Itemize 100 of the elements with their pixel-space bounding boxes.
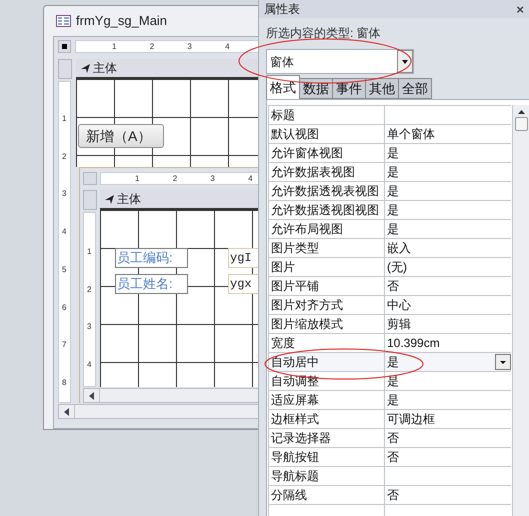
property-value[interactable]: 是: [387, 201, 399, 219]
close-button[interactable]: ×: [516, 2, 524, 16]
property-name[interactable]: 图片平铺: [269, 277, 385, 295]
property-tab[interactable]: 全部: [398, 78, 432, 99]
object-combo[interactable]: 窗体: [266, 49, 414, 74]
field-label[interactable]: 员工编码:: [115, 248, 188, 268]
property-row[interactable]: 图片缩放模式 剪辑: [268, 315, 512, 334]
property-value[interactable]: 否: [387, 448, 399, 466]
property-value[interactable]: 是: [387, 372, 399, 390]
property-name[interactable]: 图片类型: [269, 239, 385, 257]
property-value[interactable]: 否: [387, 277, 399, 295]
property-name[interactable]: 允许布局视图: [269, 220, 385, 238]
property-row[interactable]: 图片对齐方式 中心: [268, 296, 512, 315]
property-row[interactable]: 标题: [268, 106, 512, 125]
property-name[interactable]: 允许数据透视表视图: [269, 182, 385, 200]
property-value[interactable]: 剪辑: [387, 315, 411, 333]
text-box[interactable]: ygI: [228, 248, 258, 268]
property-row[interactable]: 允许数据透视表视图 是: [268, 182, 512, 201]
ruler-number: 1: [112, 41, 116, 52]
property-row[interactable]: 适应屏幕 是: [268, 391, 512, 410]
property-row[interactable]: 图片类型 嵌入: [268, 239, 512, 258]
property-name[interactable]: 边框样式: [269, 410, 385, 428]
property-row[interactable]: 图片平铺 否: [268, 277, 512, 296]
select-form-button[interactable]: [58, 40, 71, 53]
ruler-number: 2: [172, 173, 178, 184]
property-row[interactable]: 边框样式 可调边框: [268, 410, 512, 429]
property-name[interactable]: 允许数据表视图: [269, 163, 385, 181]
property-value[interactable]: 是: [387, 144, 399, 162]
property-row[interactable]: 宽度 10.399cm: [268, 334, 512, 353]
property-row[interactable]: 允许布局视图 是: [268, 220, 512, 239]
section-label: 主体: [117, 191, 141, 208]
property-name[interactable]: 自动居中: [269, 353, 385, 371]
ruler-number: 1: [135, 173, 140, 184]
property-value[interactable]: 否: [387, 429, 399, 447]
property-row[interactable]: 记录选择器 否: [268, 429, 512, 448]
property-row[interactable]: 允许数据表视图 是: [268, 163, 512, 182]
ruler-number: 6: [62, 302, 66, 312]
property-name[interactable]: 图片缩放模式: [269, 315, 385, 333]
ruler-number: 3: [187, 41, 192, 52]
property-value[interactable]: (无): [387, 258, 407, 276]
field-label[interactable]: 员工姓名:: [115, 274, 188, 294]
property-value[interactable]: 是: [387, 391, 399, 409]
property-name[interactable]: 允许窗体视图: [269, 144, 385, 162]
property-value[interactable]: 中心: [387, 296, 411, 314]
property-name[interactable]: 导航标题: [269, 467, 385, 485]
horizontal-scrollbar[interactable]: [83, 388, 258, 403]
selection-type-label: 所选内容的类型: 窗体: [266, 25, 382, 42]
section-selector[interactable]: [83, 190, 97, 210]
property-tab[interactable]: 格式: [266, 75, 300, 99]
property-row[interactable]: 允许数据透视图视图 是: [268, 201, 512, 220]
property-row[interactable]: 导航标题: [268, 467, 512, 486]
scroll-thumb[interactable]: [514, 117, 528, 131]
property-value[interactable]: 是: [387, 353, 399, 371]
property-row[interactable]: 默认视图 单个窗体: [268, 125, 512, 144]
property-name[interactable]: 允许数据透视图视图: [269, 201, 385, 219]
property-row[interactable]: 允许窗体视图 是: [268, 144, 512, 163]
horizontal-scrollbar[interactable]: [58, 404, 258, 419]
property-name[interactable]: 默认视图: [269, 125, 385, 143]
ruler-number: 5: [62, 264, 66, 275]
property-name[interactable]: 适应屏幕: [269, 391, 385, 409]
property-value[interactable]: 是: [387, 220, 399, 238]
ruler-number: 4: [87, 360, 92, 370]
arrow-icon: [81, 64, 90, 72]
property-row[interactable]: 导航按钮 否: [268, 448, 512, 467]
text-box[interactable]: ygx: [228, 274, 258, 294]
property-value[interactable]: 嵌入: [387, 239, 411, 257]
ruler-number: 2: [87, 284, 92, 295]
up-arrow-icon: [518, 110, 525, 114]
ruler-number: 4: [62, 227, 66, 238]
property-name[interactable]: 导航按钮: [269, 448, 385, 466]
property-tab[interactable]: 数据: [299, 78, 333, 99]
section-label: 主体: [93, 60, 117, 77]
ruler-number: 3: [62, 189, 66, 200]
left-arrow-icon: [89, 392, 94, 400]
ruler-number: 1: [62, 114, 66, 124]
section-selector[interactable]: [58, 59, 72, 79]
property-tab[interactable]: 其他: [365, 78, 399, 99]
property-name[interactable]: 图片: [269, 258, 385, 276]
form-icon: [56, 15, 71, 27]
ruler-number: 4: [225, 41, 230, 52]
property-value[interactable]: 否: [387, 486, 399, 504]
property-name[interactable]: 记录选择器: [269, 429, 385, 447]
property-name[interactable]: 标题: [269, 106, 385, 124]
property-row[interactable]: 分隔线 否: [268, 486, 512, 505]
add-button[interactable]: 新增（A）: [78, 124, 164, 148]
property-value[interactable]: 可调边框: [387, 410, 435, 428]
property-row[interactable]: 自动居中 是: [268, 353, 512, 372]
property-value[interactable]: 是: [387, 182, 399, 200]
property-name[interactable]: 宽度: [269, 334, 385, 352]
property-row[interactable]: 图片 (无): [268, 258, 512, 277]
property-tab[interactable]: 事件: [332, 78, 366, 99]
property-value[interactable]: 10.399cm: [387, 334, 440, 352]
property-name[interactable]: 分隔线: [269, 486, 385, 504]
property-value[interactable]: 单个窗体: [387, 125, 435, 143]
property-value[interactable]: 是: [387, 163, 399, 181]
ruler-number: 8: [62, 378, 66, 388]
dropdown-icon: [495, 354, 512, 370]
window-title: frmYg_sg_Main: [76, 12, 168, 30]
property-name[interactable]: 图片对齐方式: [269, 296, 385, 314]
vertical-scrollbar[interactable]: [512, 105, 529, 516]
